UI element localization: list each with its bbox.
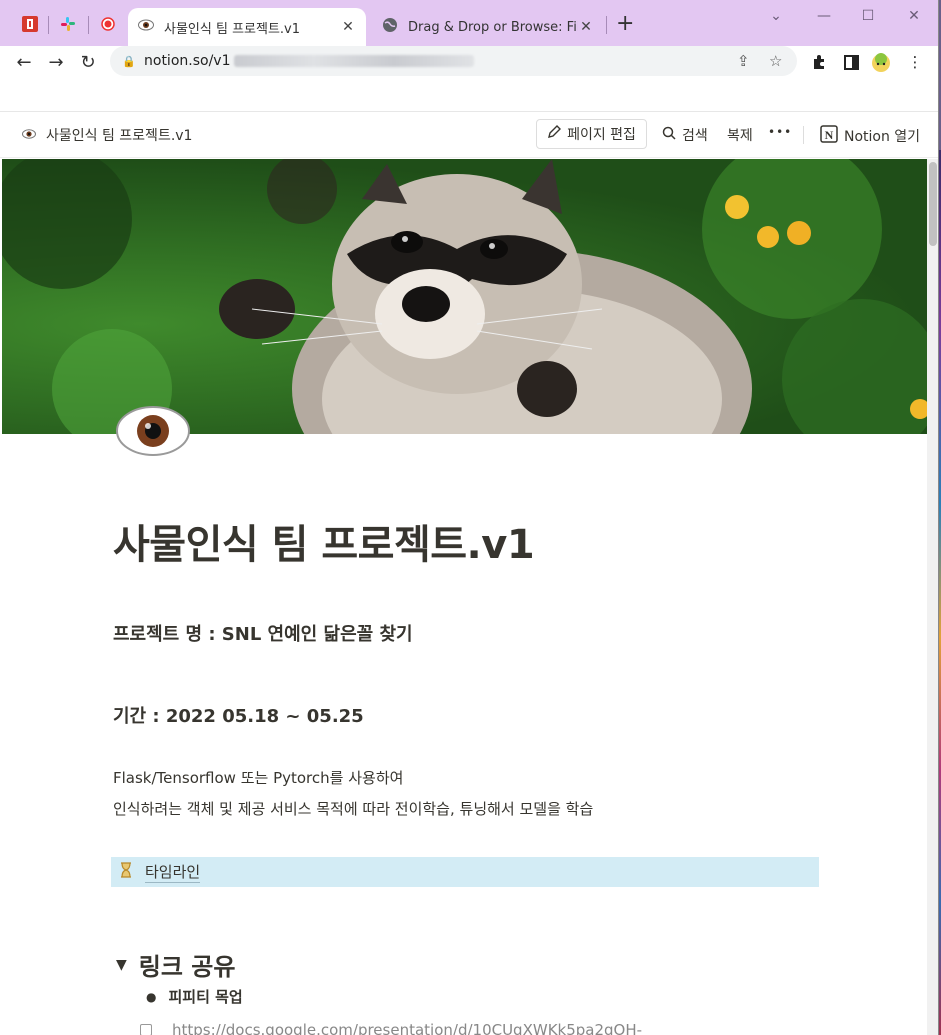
pinned-tab-record[interactable] bbox=[98, 14, 118, 34]
page-title: 사물인식 팀 프로젝트.v1 bbox=[113, 522, 535, 568]
back-icon[interactable]: ← bbox=[12, 50, 36, 74]
timeline-callout[interactable]: 타임라인 bbox=[111, 857, 819, 887]
open-in-notion-label: Notion 열기 bbox=[844, 129, 921, 145]
close-window-icon[interactable]: ✕ bbox=[904, 8, 924, 24]
list-item-label: 피피티 목업 bbox=[168, 988, 243, 1006]
close-tab-icon[interactable]: ✕ bbox=[340, 19, 356, 35]
list-item: ● 피피티 목업 bbox=[146, 986, 243, 1007]
tab-title: Drag & Drop or Browse: File Up bbox=[408, 19, 578, 35]
open-in-notion-button[interactable]: N Notion 열기 bbox=[820, 125, 920, 147]
pencil-icon bbox=[547, 125, 562, 143]
timeline-link[interactable]: 타임라인 bbox=[145, 861, 201, 883]
sidepanel-icon[interactable] bbox=[839, 50, 863, 74]
edit-page-label: 페이지 편집 bbox=[567, 127, 636, 143]
browser-toolbar: ← → ↻ 🔒 notion.so/v1 ⇪ ☆ ⋮ bbox=[0, 46, 938, 78]
search-button[interactable]: 검색 bbox=[662, 125, 708, 145]
notion-icon: N bbox=[820, 125, 838, 147]
project-name-heading: 프로젝트 명 : SNL 연예인 닮은꼴 찾기 bbox=[113, 624, 413, 645]
eye-icon[interactable] bbox=[115, 405, 191, 457]
tab-separator bbox=[48, 16, 49, 34]
breadcrumb-title: 사물인식 팀 프로젝트.v1 bbox=[46, 128, 193, 144]
pinned-tab-1[interactable] bbox=[20, 14, 40, 34]
pinned-app-icon bbox=[22, 16, 38, 32]
eye-icon bbox=[22, 128, 36, 142]
period-heading: 기간 : 2022 05.18 ~ 05.25 bbox=[113, 706, 364, 727]
maximize-icon[interactable]: ☐ bbox=[858, 8, 878, 24]
toggle-heading: 링크 공유 bbox=[138, 953, 236, 981]
share-icon[interactable]: ⇪ bbox=[737, 52, 750, 70]
tab-active[interactable]: 사물인식 팀 프로젝트.v1 ✕ bbox=[128, 8, 366, 46]
close-tab-icon[interactable]: ✕ bbox=[578, 19, 594, 35]
checkbox[interactable] bbox=[140, 1024, 152, 1035]
link-share-toggle[interactable]: ▼ 링크 공유 bbox=[116, 947, 235, 982]
more-options-button[interactable]: ••• bbox=[768, 125, 792, 139]
toolbar-gap bbox=[0, 78, 938, 112]
description-line-1: Flask/Tensorflow 또는 Pytorch를 사용하여 bbox=[113, 769, 404, 787]
slack-icon bbox=[61, 17, 75, 31]
description-line-2: 인식하려는 객체 및 제공 서비스 목적에 따라 전이학습, 튜닝해서 모델을 … bbox=[113, 800, 594, 818]
bullet-icon: ● bbox=[146, 989, 157, 1004]
edit-page-button[interactable]: 페이지 편집 bbox=[536, 119, 647, 149]
search-label: 검색 bbox=[682, 128, 708, 144]
tab-title: 사물인식 팀 프로젝트.v1 bbox=[164, 21, 301, 37]
menu-icon[interactable]: ⋮ bbox=[903, 50, 927, 74]
duplicate-button[interactable]: 복제 bbox=[727, 125, 753, 145]
reload-icon[interactable]: ↻ bbox=[76, 50, 100, 74]
minimize-icon[interactable]: — bbox=[814, 8, 834, 24]
tab-separator bbox=[606, 16, 607, 34]
toggle-triangle-icon[interactable]: ▼ bbox=[116, 957, 127, 973]
lock-icon: 🔒 bbox=[122, 54, 136, 68]
link-row: https://docs.google.com/presentation/d/1… bbox=[140, 1021, 642, 1035]
star-icon[interactable]: ☆ bbox=[769, 52, 782, 70]
globe-icon bbox=[382, 17, 400, 37]
cover-image bbox=[2, 159, 927, 434]
breadcrumb[interactable]: 사물인식 팀 프로젝트.v1 bbox=[22, 125, 192, 145]
address-bar[interactable]: 🔒 notion.so/v1 ⇪ ☆ bbox=[110, 46, 797, 76]
extensions-icon[interactable] bbox=[807, 50, 831, 74]
new-tab-button[interactable]: + bbox=[616, 13, 634, 35]
hourglass-icon bbox=[119, 862, 133, 882]
url-blurred-segment bbox=[234, 55, 475, 67]
eye-icon bbox=[138, 19, 156, 35]
url-text: notion.so/v1 bbox=[144, 53, 231, 69]
tab-inactive[interactable]: Drag & Drop or Browse: File Up ✕ bbox=[372, 8, 604, 46]
tab-search-icon[interactable]: ⌄ bbox=[766, 8, 786, 24]
tab-separator bbox=[88, 16, 89, 34]
notion-topbar: 사물인식 팀 프로젝트.v1 페이지 편집 검색 복제 ••• N Notion… bbox=[0, 112, 938, 158]
svg-text:N: N bbox=[825, 128, 834, 142]
page-scrollbar[interactable] bbox=[927, 159, 938, 1035]
search-icon bbox=[662, 126, 676, 144]
pinned-tab-slack[interactable] bbox=[58, 14, 78, 34]
forward-icon[interactable]: → bbox=[44, 50, 68, 74]
presentation-link[interactable]: https://docs.google.com/presentation/d/1… bbox=[172, 1021, 642, 1035]
tab-strip: 사물인식 팀 프로젝트.v1 ✕ Drag & Drop or Browse: … bbox=[0, 0, 938, 46]
header-divider bbox=[803, 126, 804, 144]
scrollbar-thumb[interactable] bbox=[929, 162, 937, 246]
record-icon bbox=[101, 17, 115, 31]
browser-window: 사물인식 팀 프로젝트.v1 ✕ Drag & Drop or Browse: … bbox=[0, 0, 939, 1035]
profile-icon[interactable] bbox=[869, 50, 893, 74]
